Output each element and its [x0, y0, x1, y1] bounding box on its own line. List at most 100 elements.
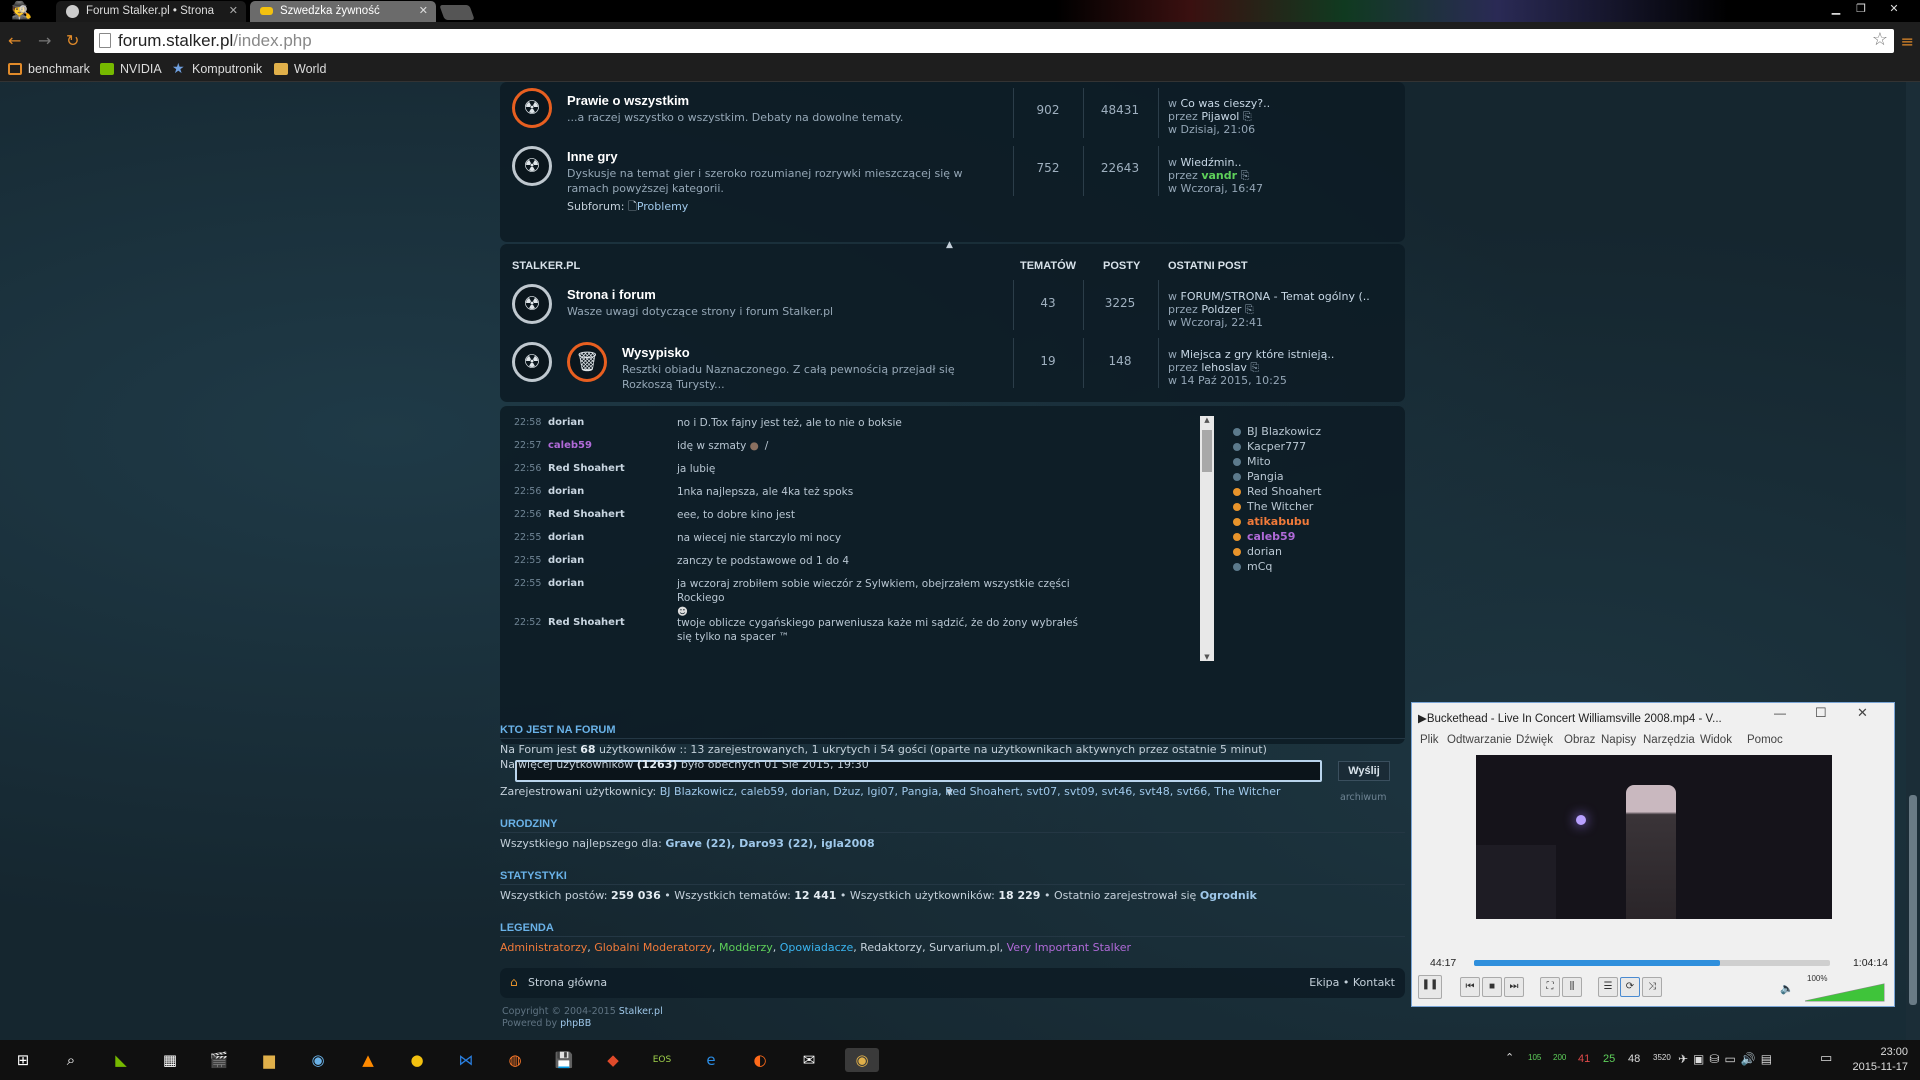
contact-link[interactable]: Kontakt [1353, 976, 1395, 989]
next-button[interactable]: ⏭ [1504, 977, 1524, 997]
online-user[interactable]: mCq [1233, 560, 1272, 573]
online-user[interactable]: Pangia [1233, 470, 1284, 483]
view-post-icon[interactable]: ⎘ [1243, 110, 1252, 123]
bookmark-benchmark[interactable]: benchmark [8, 62, 90, 76]
tray-icons[interactable]: ✈▣⛁▭🔊▤ [1678, 1052, 1777, 1066]
movie-maker-icon[interactable]: 🎬 [206, 1048, 232, 1072]
archive-link[interactable]: archiwum [1340, 792, 1386, 803]
online-user[interactable]: The Witcher [1233, 500, 1313, 513]
bookmark-nvidia[interactable]: NVIDIA [100, 62, 162, 76]
stop-button[interactable]: ■ [1482, 977, 1502, 997]
last-post-link[interactable]: Wiedźmin.. [1181, 156, 1242, 169]
forum-title-link[interactable]: Wysypisko [622, 345, 690, 360]
maximize-icon[interactable]: ☐ [1815, 705, 1827, 721]
vlc-seek-bar[interactable] [1474, 960, 1830, 966]
last-post-author[interactable]: vandr [1201, 169, 1237, 182]
save-disk-icon[interactable]: 💾 [551, 1048, 577, 1072]
nvidia-icon[interactable]: ◣ [108, 1048, 134, 1072]
reload-icon[interactable]: ↻ [66, 31, 79, 50]
forum-title-link[interactable]: Inne gry [567, 149, 618, 164]
restore-icon[interactable]: ❐ [1849, 0, 1873, 18]
online-user[interactable]: atikabubu [1233, 515, 1310, 528]
view-post-icon[interactable]: ⎘ [1245, 303, 1254, 316]
shuffle-button[interactable]: ⤨ [1642, 977, 1662, 997]
send-button[interactable]: Wyślij [1338, 761, 1390, 781]
butterfly-icon[interactable]: ⋈ [453, 1048, 479, 1072]
edge-icon[interactable]: e [698, 1048, 724, 1072]
view-post-icon[interactable]: ⎘ [1250, 361, 1259, 374]
speaker-icon[interactable]: 🔈 [1780, 982, 1794, 995]
search-icon[interactable]: ⌕ [58, 1048, 84, 1072]
online-user[interactable]: caleb59 [1233, 530, 1295, 543]
bookmark-world[interactable]: World [274, 62, 326, 76]
last-post-link[interactable]: Miejsca z gry które istnieją.. [1181, 348, 1335, 361]
close-tab-icon[interactable]: ✕ [229, 4, 238, 17]
vlc-menu-item[interactable]: Odtwarzanie [1447, 734, 1512, 746]
tab-forum[interactable]: Forum Stalker.pl • Strona ✕ [56, 1, 246, 22]
forum-row-strona[interactable]: ☢ Strona i forum Wasze uwagi dotyczące s… [500, 280, 1405, 342]
collapse-arrow-icon[interactable]: ▲ [946, 240, 953, 250]
last-post-author[interactable]: Pijawol [1201, 110, 1239, 123]
vlc-menu-item[interactable]: Widok [1700, 734, 1732, 746]
online-user[interactable]: Kacper777 [1233, 440, 1306, 453]
minimize-icon[interactable]: — [1774, 706, 1786, 720]
forum-row-prawie[interactable]: ☢ Prawie o wszystkim ...a raczej wszystk… [500, 88, 1405, 146]
last-post-link[interactable]: FORUM/STRONA - Temat ogólny (.. [1181, 290, 1370, 303]
online-user[interactable]: Mito [1233, 455, 1271, 468]
birthday-user-links[interactable]: Grave (22), Daro93 (22), igla2008 [665, 837, 874, 850]
subforum-link[interactable]: Problemy [637, 200, 688, 213]
tab-szwedzka[interactable]: Szwedzka żywność ✕ [250, 1, 436, 22]
online-user[interactable]: Red Shoahert [1233, 485, 1321, 498]
home-link[interactable]: Strona główna [528, 976, 607, 989]
mail-icon[interactable]: ✉ [796, 1048, 822, 1072]
minimize-icon[interactable]: ▁ [1824, 0, 1848, 18]
fullscreen-button[interactable]: ⛶ [1540, 977, 1560, 997]
close-window-icon[interactable]: ✕ [1857, 705, 1868, 721]
stalker-link[interactable]: Stalker.pl [619, 1006, 663, 1017]
close-window-icon[interactable]: ✕ [1874, 0, 1914, 18]
origin-icon[interactable]: ◍ [502, 1048, 528, 1072]
close-tab-icon[interactable]: ✕ [419, 4, 428, 17]
playlist-button[interactable]: ☰ [1598, 977, 1618, 997]
registered-user-links[interactable]: BJ Blazkowicz, caleb59, dorian, Dżuz, Ig… [660, 785, 1281, 798]
legend-group[interactable]: Redaktorzy [860, 941, 922, 954]
vlc-menu-item[interactable]: Dźwięk [1516, 734, 1553, 746]
tray-expand-icon[interactable]: ⌃ [1505, 1051, 1514, 1064]
eos-icon[interactable]: EOS [649, 1048, 675, 1072]
legend-group[interactable]: Administratorzy [500, 941, 587, 954]
last-post-link[interactable]: Co was cieszy?.. [1181, 97, 1271, 110]
online-user[interactable]: dorian [1233, 545, 1282, 558]
bookmark-komputronik[interactable]: ★ Komputronik [172, 60, 262, 76]
vlc-menu-item[interactable]: Pomoc [1747, 734, 1783, 746]
address-bar[interactable]: forum.stalker.pl/index.php ☆ [94, 29, 1894, 53]
forum-row-inne-gry[interactable]: ☢ Inne gry Dyskusje na temat gier i szer… [500, 146, 1405, 236]
newest-user-link[interactable]: Ogrodnik [1200, 889, 1257, 902]
bookmark-star-icon[interactable]: ☆ [1872, 29, 1888, 50]
loop-button[interactable]: ⟳ [1620, 977, 1640, 997]
video-frame[interactable] [1476, 755, 1832, 919]
new-tab-button[interactable] [439, 5, 475, 20]
legend-group[interactable]: Very Important Stalker [1007, 941, 1131, 954]
page-scroll-thumb[interactable] [1909, 795, 1917, 1005]
vlc-menu-item[interactable]: Plik [1420, 734, 1439, 746]
forum-title-link[interactable]: Prawie o wszystkim [567, 93, 689, 108]
back-arrow-icon[interactable]: ← [8, 31, 21, 50]
vlc-menu-item[interactable]: Napisy [1601, 734, 1636, 746]
category-title[interactable]: STALKER.PL [512, 260, 580, 272]
online-user[interactable]: BJ Blazkowicz [1233, 425, 1321, 438]
legend-group[interactable]: Opowiadacze [780, 941, 853, 954]
task-view-icon[interactable]: ▦ [157, 1048, 183, 1072]
action-center-icon[interactable]: ▭ [1820, 1051, 1832, 1066]
forum-title-link[interactable]: Strona i forum [567, 287, 656, 302]
previous-button[interactable]: ⏮ [1460, 977, 1480, 997]
view-post-icon[interactable]: ⎘ [1241, 169, 1250, 182]
team-link[interactable]: Ekipa [1309, 976, 1339, 989]
steam-icon[interactable]: ◉ [305, 1048, 331, 1072]
clock[interactable]: 23:00 2015-11-17 [1848, 1045, 1908, 1075]
firefox-icon[interactable]: ◐ [747, 1048, 773, 1072]
last-post-author[interactable]: lehoslav [1201, 361, 1247, 374]
foxit-icon[interactable]: ◆ [600, 1048, 626, 1072]
vlc-icon[interactable]: ▲ [355, 1048, 381, 1072]
chrome-menu-icon[interactable]: ≡ [1901, 32, 1914, 51]
volume-slider[interactable] [1805, 982, 1885, 1002]
